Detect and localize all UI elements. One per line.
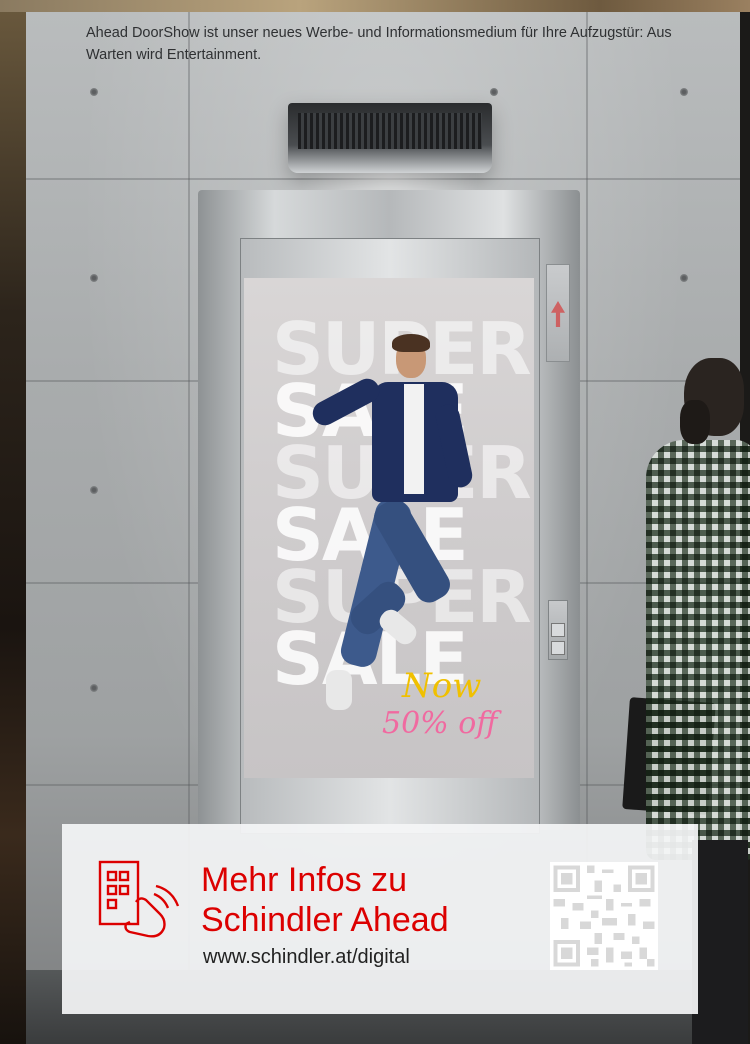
man-figure	[646, 440, 750, 860]
card-url[interactable]: www.schindler.at/digital	[203, 945, 410, 969]
poster-off-label: 50% off	[382, 706, 498, 741]
doorshow-screen: SUPER SALE SUPER SALE SUPER SALE Now 50%…	[244, 278, 534, 778]
background-top-edge	[0, 0, 750, 12]
building-touch-icon	[98, 860, 180, 938]
call-button-panel	[548, 600, 568, 660]
info-card: Mehr Infos zu Schindler Ahead www.schind…	[62, 824, 698, 1014]
qr-code[interactable]	[550, 862, 658, 970]
ceiling-light	[288, 103, 492, 173]
intro-text: Ahead DoorShow ist unser neues Werbe- un…	[86, 25, 672, 63]
arrow-up-icon	[551, 301, 565, 327]
background-edge	[0, 0, 26, 1044]
poster-now-label: Now	[402, 666, 482, 706]
floor-indicator	[546, 264, 570, 362]
card-title: Mehr Infos zu Schindler Ahead	[201, 861, 449, 939]
